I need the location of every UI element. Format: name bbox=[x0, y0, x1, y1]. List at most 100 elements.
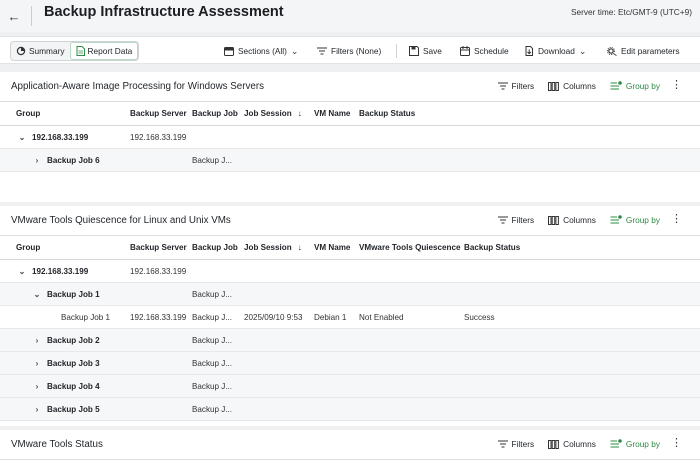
group-cell: › Backup Job 5 bbox=[33, 398, 100, 420]
section-columns-button[interactable]: Columns bbox=[548, 439, 596, 449]
group-by-icon bbox=[610, 215, 622, 224]
col-vm-name[interactable]: VM Name bbox=[314, 102, 350, 125]
section-group-by-button[interactable]: Group by bbox=[610, 439, 660, 449]
section-filters-button[interactable]: Filters bbox=[497, 81, 535, 91]
back-arrow-icon[interactable]: ← bbox=[6, 8, 22, 24]
columns-label: Columns bbox=[563, 81, 596, 91]
more-options-icon[interactable]: ⋮ bbox=[671, 438, 682, 449]
section-columns-button[interactable]: Columns bbox=[548, 81, 596, 91]
group-label: Backup Job 6 bbox=[47, 155, 100, 165]
arrow-down-icon: ↓ bbox=[297, 109, 302, 118]
download-dropdown[interactable]: Download ⌄ bbox=[524, 42, 586, 60]
page-header: ← Backup Infrastructure Assessment Serve… bbox=[0, 0, 700, 32]
section-group-by-button[interactable]: Group by bbox=[610, 215, 660, 225]
download-icon bbox=[525, 46, 533, 56]
filters-button[interactable]: Filters (None) bbox=[317, 42, 381, 60]
report-data-button[interactable]: Report Data bbox=[69, 42, 139, 60]
gear-icon bbox=[607, 47, 617, 56]
col-vmware-tools-quiescence[interactable]: VMware Tools Quiescence bbox=[359, 236, 461, 259]
summary-button[interactable]: Summary bbox=[11, 42, 70, 60]
col-job-session[interactable]: Job Session ↓ bbox=[244, 236, 302, 259]
job-cell: Backup J... bbox=[192, 289, 233, 299]
col-group[interactable]: Group bbox=[16, 236, 40, 259]
chevron-down-icon[interactable]: ⌄ bbox=[18, 267, 26, 276]
edit-parameters-label: Edit parameters bbox=[621, 46, 680, 56]
col-backup-status[interactable]: Backup Status bbox=[464, 236, 520, 259]
save-button[interactable]: Save bbox=[409, 42, 442, 60]
server-cell: 192.168.33.199 bbox=[130, 132, 187, 142]
filters-label: Filters bbox=[511, 439, 535, 449]
chevron-right-icon[interactable]: › bbox=[33, 359, 41, 368]
chevron-right-icon[interactable]: › bbox=[33, 405, 41, 414]
more-options-icon[interactable]: ⋮ bbox=[671, 214, 682, 225]
chevron-right-icon[interactable]: › bbox=[33, 382, 41, 391]
chevron-right-icon[interactable]: › bbox=[33, 336, 41, 345]
group-cell: › Backup Job 3 bbox=[33, 352, 100, 374]
group-cell: ⌄ Backup Job 1 bbox=[33, 283, 100, 305]
col-backup-server[interactable]: Backup Server bbox=[130, 102, 187, 125]
arrow-down-icon: ↓ bbox=[297, 243, 302, 252]
section-title: Application-Aware Image Processing for W… bbox=[11, 81, 265, 92]
filter-icon bbox=[497, 216, 508, 224]
group-cell: ⌄ 192.168.33.199 bbox=[18, 260, 89, 282]
save-label: Save bbox=[423, 46, 442, 56]
table-header-row: Group Backup Server Backup Job Job Sessi… bbox=[0, 236, 700, 260]
server-cell: 192.168.33.199 bbox=[130, 312, 187, 322]
table-row[interactable]: › Backup Job 6 Backup J... bbox=[0, 149, 700, 172]
col-job-session-label: Job Session bbox=[244, 243, 292, 252]
group-by-icon bbox=[610, 81, 622, 90]
table-row[interactable]: › Backup Job 3 Backup J... bbox=[0, 352, 700, 375]
columns-label: Columns bbox=[563, 215, 596, 225]
job-cell: Backup J... bbox=[192, 358, 233, 368]
group-by-label: Group by bbox=[625, 81, 660, 91]
section-filters-button[interactable]: Filters bbox=[497, 439, 535, 449]
job-cell: Backup J... bbox=[192, 312, 233, 322]
section-filters-button[interactable]: Filters bbox=[497, 215, 535, 225]
table-row[interactable]: ⌄ 192.168.33.199 192.168.33.199 bbox=[0, 126, 700, 149]
schedule-button[interactable]: Schedule bbox=[460, 42, 509, 60]
col-job-session[interactable]: Job Session ↓ bbox=[244, 102, 302, 125]
col-backup-server[interactable]: Backup Server bbox=[130, 236, 187, 259]
filters-label: Filters bbox=[511, 81, 535, 91]
chevron-down-icon[interactable]: ⌄ bbox=[18, 133, 26, 142]
filters-label: Filters bbox=[511, 215, 535, 225]
table-row[interactable]: › Backup Job 4 Backup J... bbox=[0, 375, 700, 398]
col-group[interactable]: Group bbox=[16, 102, 40, 125]
col-job-session-label: Job Session bbox=[244, 109, 292, 118]
section-columns-button[interactable]: Columns bbox=[548, 215, 596, 225]
status-cell: Success bbox=[464, 312, 495, 322]
group-by-label: Group by bbox=[625, 439, 660, 449]
section-header: Application-Aware Image Processing for W… bbox=[0, 72, 700, 102]
filter-icon bbox=[317, 47, 327, 55]
table-row[interactable]: › Backup Job 2 Backup J... bbox=[0, 329, 700, 352]
vm-name-cell: Debian 1 bbox=[314, 312, 347, 322]
columns-icon bbox=[548, 439, 560, 449]
col-backup-status[interactable]: Backup Status bbox=[359, 102, 415, 125]
section-header: VMware Tools Quiescence for Linux and Un… bbox=[0, 206, 700, 236]
more-options-icon[interactable]: ⋮ bbox=[671, 80, 682, 91]
col-backup-job[interactable]: Backup Job bbox=[192, 102, 238, 125]
table-row[interactable]: › Backup Job 5 Backup J... bbox=[0, 398, 700, 421]
save-icon bbox=[409, 46, 419, 56]
columns-icon bbox=[548, 81, 560, 91]
filter-icon bbox=[497, 440, 508, 448]
chevron-right-icon[interactable]: › bbox=[33, 156, 41, 165]
col-backup-job[interactable]: Backup Job bbox=[192, 236, 238, 259]
sections-dropdown[interactable]: Sections (All) ⌄ bbox=[224, 42, 298, 60]
chevron-down-icon: ⌄ bbox=[578, 45, 587, 56]
toolbar-divider bbox=[396, 44, 397, 58]
section-vmware-quiescence: VMware Tools Quiescence for Linux and Un… bbox=[0, 206, 700, 426]
chevron-down-icon[interactable]: ⌄ bbox=[33, 290, 41, 299]
group-label: Backup Job 4 bbox=[47, 381, 100, 391]
table-row[interactable]: Backup Job 1 192.168.33.199 Backup J... … bbox=[0, 306, 700, 329]
section-group-by-button[interactable]: Group by bbox=[610, 81, 660, 91]
edit-parameters-button[interactable]: Edit parameters bbox=[607, 42, 680, 60]
group-by-label: Group by bbox=[625, 215, 660, 225]
table-row[interactable]: ⌄ 192.168.33.199 192.168.33.199 bbox=[0, 260, 700, 283]
report-toolbar: Summary Report Data Sections (All) ⌄ Fil… bbox=[0, 36, 700, 64]
columns-label: Columns bbox=[563, 439, 596, 449]
table-row[interactable]: ⌄ Backup Job 1 Backup J... bbox=[0, 283, 700, 306]
group-by-icon bbox=[610, 439, 622, 448]
col-vm-name[interactable]: VM Name bbox=[314, 236, 350, 259]
filters-label: Filters (None) bbox=[331, 46, 382, 56]
